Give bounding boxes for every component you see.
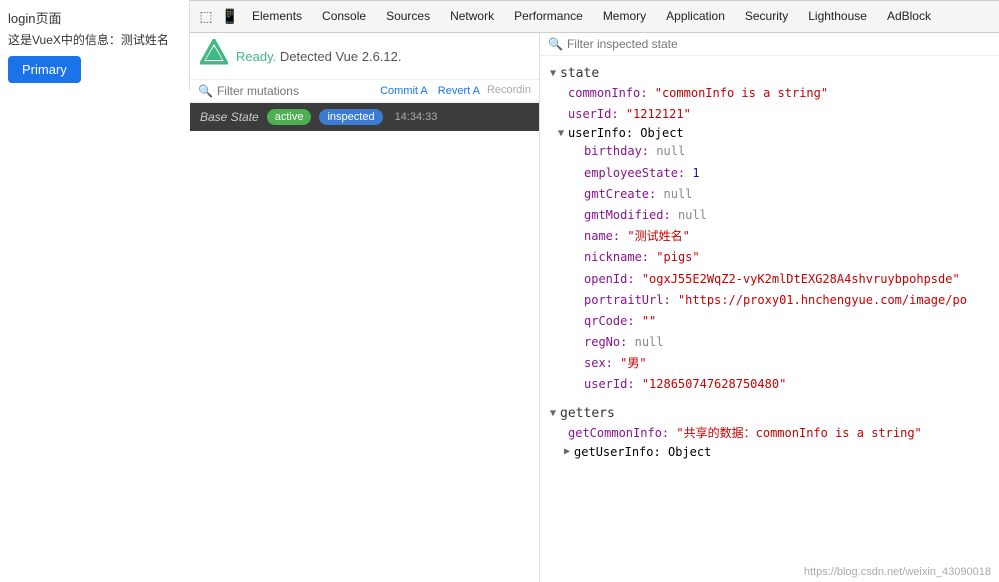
vue-ready-text: Ready. Detected Vue 2.6.12.: [236, 49, 402, 64]
left-panel: Ready. Detected Vue 2.6.12. 🔍 Commit A R…: [190, 33, 540, 582]
getters-section-label: getters: [560, 406, 615, 421]
sex-item: sex: "男": [540, 353, 999, 374]
watermark: https://blog.csdn.net/weixin_43090018: [804, 566, 991, 578]
base-state-label: Base State: [200, 110, 259, 124]
tab-application[interactable]: Application: [656, 1, 735, 33]
user-info-header[interactable]: ▼ userInfo: Object: [540, 125, 999, 141]
tab-elements[interactable]: Elements: [242, 1, 312, 33]
user-info-label: userInfo: Object: [568, 126, 684, 140]
state-section: ▼ state commonInfo: "commonInfo is a str…: [540, 64, 999, 396]
user-id-item: userId: "1212121": [540, 104, 999, 125]
inspect-icon[interactable]: ⬚: [194, 5, 218, 29]
state-section-label: state: [560, 66, 599, 81]
mutations-filter-bar: 🔍 Commit A Revert A Recordin: [190, 80, 539, 103]
getters-section-header[interactable]: ▼ getters: [540, 404, 999, 423]
state-filter-input[interactable]: [567, 37, 991, 51]
state-tree: ▼ state commonInfo: "commonInfo is a str…: [540, 56, 999, 582]
inspected-badge[interactable]: inspected: [319, 109, 382, 125]
employee-state-item: employeeState: 1: [540, 163, 999, 184]
right-panel: 🔍 ▼ state commonInfo: "commonInfo is a s…: [540, 33, 999, 582]
birthday-item: birthday: null: [540, 141, 999, 162]
reg-no-item: regNo: null: [540, 332, 999, 353]
page-title: login页面: [8, 8, 181, 27]
active-badge[interactable]: active: [267, 109, 312, 125]
vue-panel: Ready. Detected Vue 2.6.12. 🔍 Commit A R…: [190, 33, 999, 582]
device-icon[interactable]: 📱: [218, 5, 242, 29]
tab-sources[interactable]: Sources: [376, 1, 440, 33]
tab-console[interactable]: Console: [312, 1, 376, 33]
tab-lighthouse[interactable]: Lighthouse: [798, 1, 877, 33]
page-area: login页面 这是VueX中的信息：测试姓名 Primary: [0, 0, 190, 90]
tab-memory[interactable]: Memory: [593, 1, 656, 33]
getters-section: ▼ getters getCommonInfo: "共享的数据：commonIn…: [540, 404, 999, 460]
state-time: 14:34:33: [395, 111, 438, 123]
getters-arrow-icon: ▼: [550, 408, 556, 419]
get-user-info-arrow-icon: ▶: [564, 446, 570, 457]
tab-network[interactable]: Network: [440, 1, 504, 33]
user-info-arrow-icon: ▼: [558, 128, 564, 139]
primary-button[interactable]: Primary: [8, 56, 81, 83]
tab-performance[interactable]: Performance: [504, 1, 593, 33]
commit-action[interactable]: Commit A: [377, 84, 431, 98]
recording-action[interactable]: Recordin: [487, 84, 531, 98]
name-item: name: "测试姓名": [540, 226, 999, 247]
page-info: 这是VueX中的信息：测试姓名: [8, 31, 181, 48]
get-user-info-label: getUserInfo: Object: [574, 445, 711, 459]
search-icon: 🔍: [198, 84, 213, 98]
get-common-info-item: getCommonInfo: "共享的数据：commonInfo is a st…: [540, 423, 999, 444]
ready-span: Ready.: [236, 49, 276, 64]
qr-code-item: qrCode: "": [540, 311, 999, 332]
vue-logo-icon: [200, 39, 228, 73]
get-user-info-item[interactable]: ▶ getUserInfo: Object: [540, 444, 999, 460]
state-header-bar: Base State active inspected 14:34:33: [190, 103, 539, 131]
right-filter-bar: 🔍: [540, 33, 999, 56]
user-id-sub-item: userId: "128650747628750480": [540, 374, 999, 395]
filter-actions: Commit A Revert A Recordin: [377, 84, 531, 98]
revert-action[interactable]: Revert A: [435, 84, 483, 98]
common-info-item: commonInfo: "commonInfo is a string": [540, 83, 999, 104]
right-search-icon: 🔍: [548, 37, 563, 51]
tab-security[interactable]: Security: [735, 1, 798, 33]
open-id-item: openId: "ogxJ55E2WqZ2-vyK2mlDtEXG28A4shv…: [540, 269, 999, 290]
vue-header: Ready. Detected Vue 2.6.12.: [190, 33, 539, 80]
mutations-filter-input[interactable]: [217, 84, 373, 98]
tab-adblock[interactable]: AdBlock: [877, 1, 941, 33]
gmt-create-item: gmtCreate: null: [540, 184, 999, 205]
portrait-url-item: portraitUrl: "https://proxy01.hnchengyue…: [540, 290, 999, 311]
gmt-modified-item: gmtModified: null: [540, 205, 999, 226]
devtools-tabbar: ⬚ 📱 Elements Console Sources Network Per…: [190, 1, 999, 33]
devtools: ⬚ 📱 Elements Console Sources Network Per…: [190, 0, 999, 582]
state-arrow-icon: ▼: [550, 68, 556, 79]
state-section-header[interactable]: ▼ state: [540, 64, 999, 83]
nickname-item: nickname: "pigs": [540, 247, 999, 268]
